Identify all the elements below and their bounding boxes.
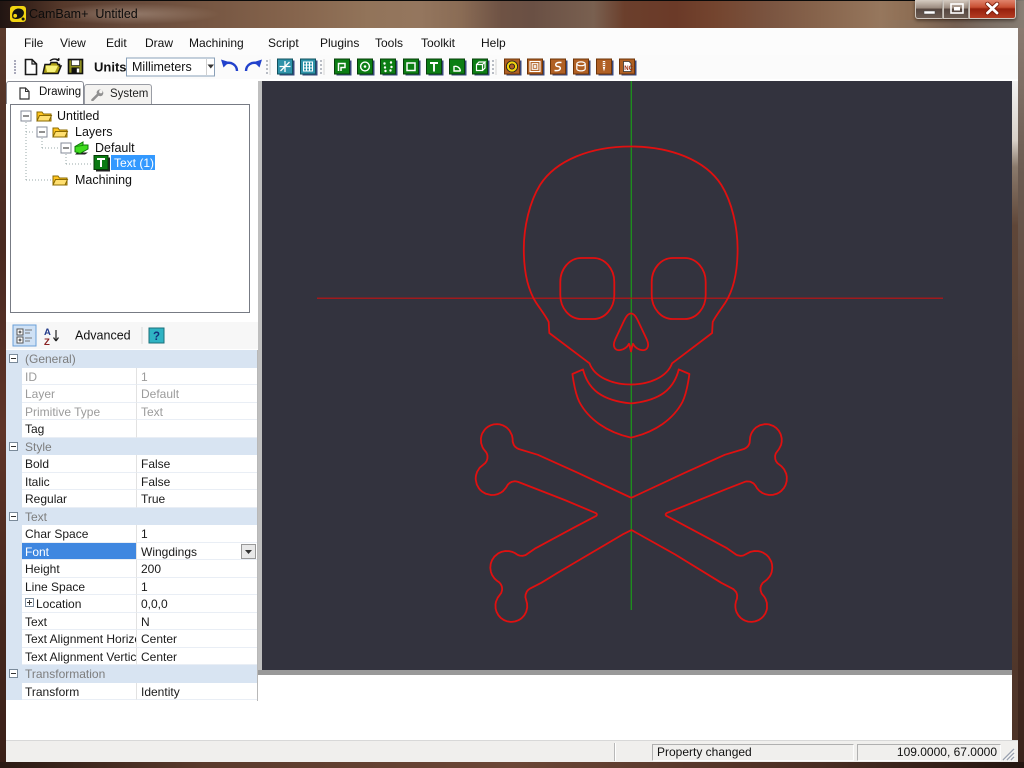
svg-text:Machining: Machining [75, 173, 132, 187]
svg-text:Layers: Layers [75, 125, 113, 139]
svg-text:Units: Units [94, 60, 127, 75]
svg-text:Text (1): Text (1) [114, 156, 154, 170]
svg-text:?: ? [153, 331, 160, 343]
svg-text:NC: NC [624, 66, 633, 72]
svg-text:Z: Z [44, 337, 50, 348]
svg-text:Default: Default [95, 141, 135, 155]
svg-text:Untitled: Untitled [57, 109, 99, 123]
svg-text:Advanced: Advanced [75, 329, 131, 343]
svg-text:Millimeters: Millimeters [132, 60, 192, 74]
